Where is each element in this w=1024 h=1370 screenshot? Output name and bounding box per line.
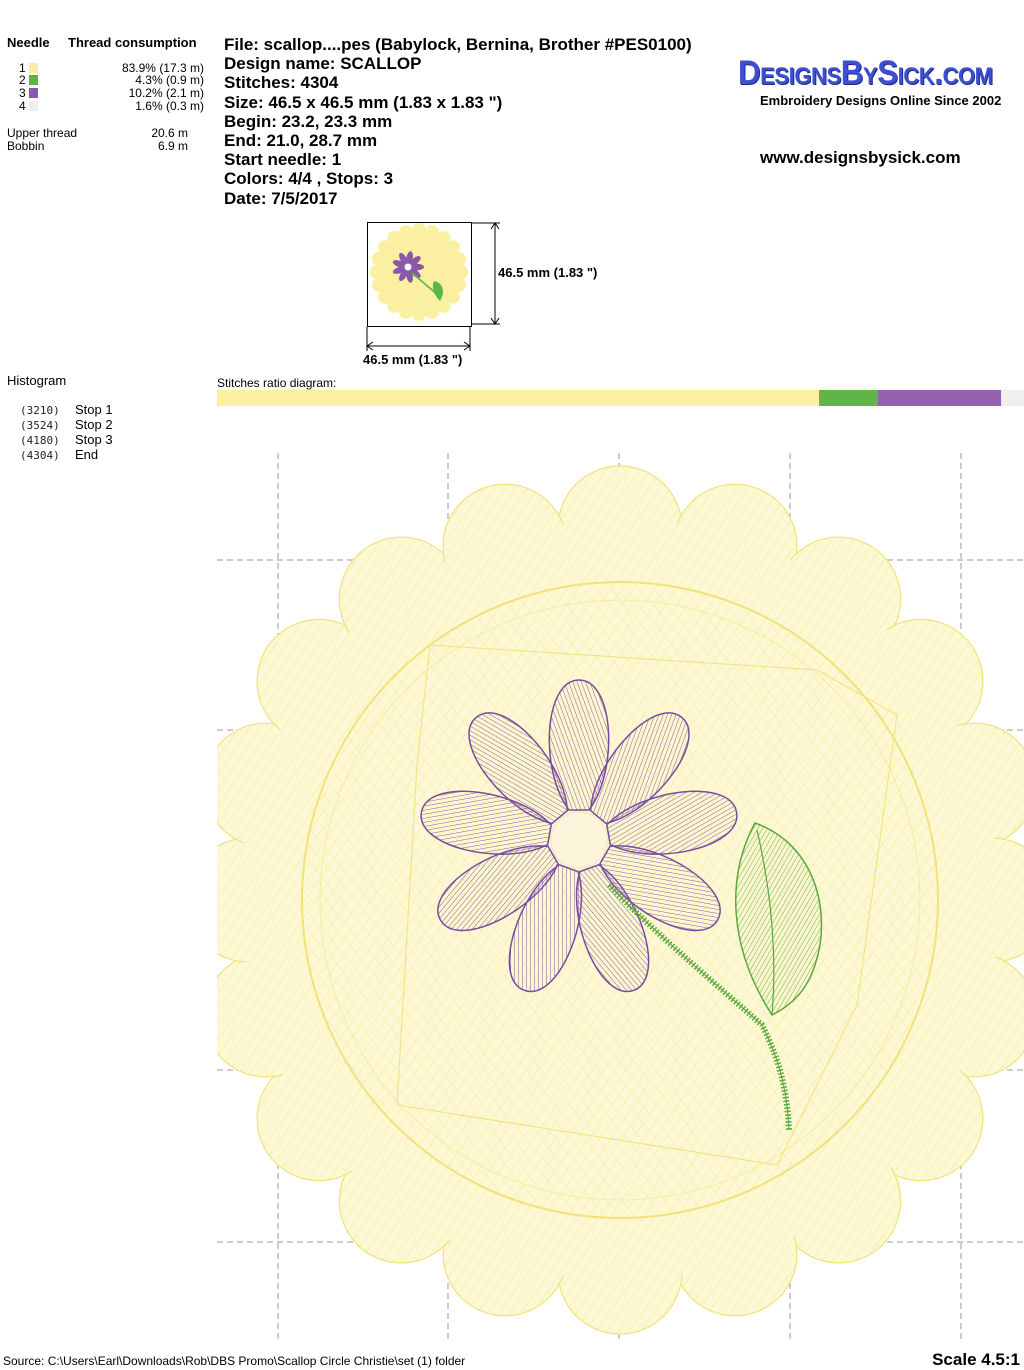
colors-stops: Colors: 4/4 , Stops: 3 [224, 169, 394, 189]
begin-point: Begin: 23.2, 23.3 mm [224, 111, 393, 131]
thread-color-swatch [29, 101, 38, 111]
needle-number: 4 [19, 99, 26, 113]
thread-consumption: 1.6% (0.3 m) [135, 99, 204, 113]
stop-count: (4304) [20, 449, 60, 462]
upper-thread-label: Upper thread [7, 126, 78, 140]
stop-count: (3210) [20, 404, 60, 417]
stitches-ratio-bar [217, 390, 1024, 406]
needle-header: Needle [7, 35, 50, 50]
bobbin-value: 6.9 m [157, 139, 188, 153]
design-name: Design name: SCALLOP [224, 54, 422, 74]
stop-row: (4304) End [20, 447, 98, 463]
bobbin-row: Bobbin 6.9 m [7, 140, 188, 153]
stop-label: Stop 1 [75, 402, 113, 417]
scale-label: Scale 4.5:1 [932, 1350, 1020, 1369]
ratio-segment [819, 390, 878, 406]
end-point: End: 21.0, 28.7 mm [224, 131, 378, 151]
brand-tagline: Embroidery Designs Online Since 2002 [760, 93, 1002, 108]
design-size: Size: 46.5 x 46.5 mm (1.83 x 1.83 ") [224, 92, 503, 112]
start-needle: Start needle: 1 [224, 150, 342, 170]
width-dimension-label: 46.5 mm (1.83 ") [363, 352, 463, 367]
bobbin-label: Bobbin [7, 139, 45, 153]
design-date: Date: 7/5/2017 [224, 188, 338, 208]
source-path: Source: C:\Users\Earl\Downloads\Rob\DBS … [3, 1354, 466, 1368]
thread-color-swatch [29, 88, 38, 98]
thumbnail-dimensions [366, 222, 500, 351]
brand-url[interactable]: www.designsbysick.com [760, 148, 961, 168]
stop-row: (3210) Stop 1 [20, 402, 113, 418]
height-dimension-label: 46.5 mm (1.83 ") [498, 265, 598, 280]
stop-row: (3524) Stop 2 [20, 417, 113, 433]
design-info: File: scallop....pes (Babylock, Bernina,… [224, 35, 692, 208]
thread-row-4: 4 1.6% (0.3 m) [0, 100, 215, 113]
stitch-count: Stitches: 4304 [224, 73, 339, 93]
stop-row: (4180) Stop 3 [20, 432, 113, 448]
ratio-segment [217, 390, 820, 406]
thread-color-swatch [29, 75, 38, 85]
design-preview [217, 453, 1024, 1340]
thread-consumption-header: Thread consumption [68, 35, 197, 50]
ratio-segment [877, 390, 1001, 406]
thread-color-swatch [29, 63, 38, 73]
file-name: File: scallop....pes (Babylock, Bernina,… [224, 35, 692, 54]
stop-count: (4180) [20, 434, 60, 447]
thread-table-header: Needle Thread consumption [7, 35, 197, 50]
stop-label: Stop 2 [75, 417, 113, 432]
histogram-title: Histogram [7, 373, 67, 388]
stop-label: End [75, 447, 99, 462]
ratio-segment [1000, 390, 1024, 406]
stitches-ratio-label: Stitches ratio diagram: [217, 376, 337, 390]
stop-count: (3524) [20, 419, 60, 432]
stop-label: Stop 3 [75, 432, 113, 447]
brand-logo: DesignsBySick.com [738, 54, 993, 92]
